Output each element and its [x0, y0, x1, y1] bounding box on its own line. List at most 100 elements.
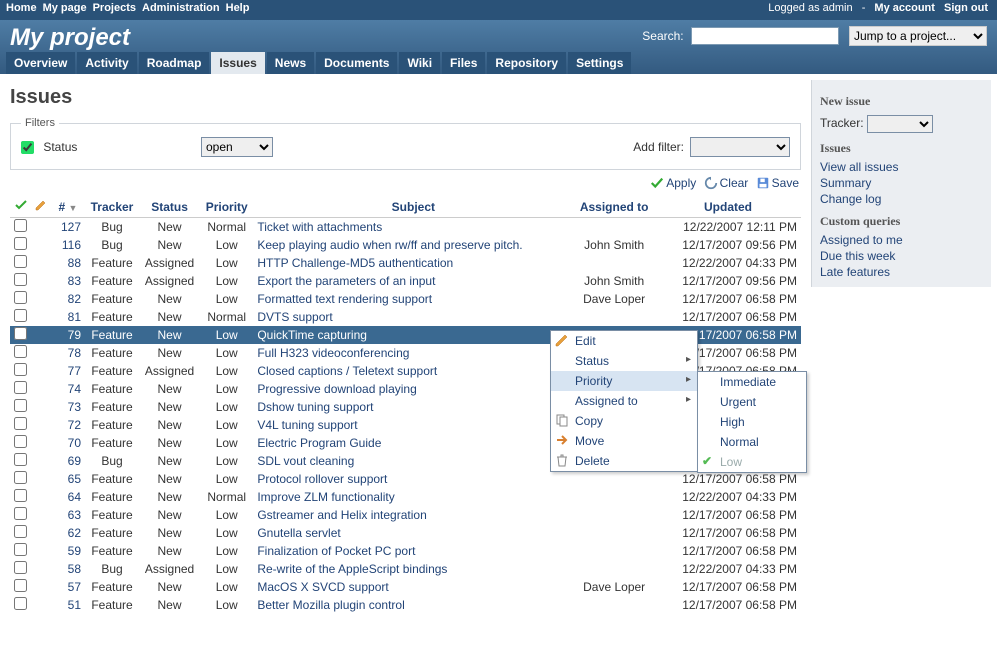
table-row[interactable]: 82FeatureNewLowFormatted text rendering … — [10, 290, 801, 308]
row-checkbox[interactable] — [14, 525, 27, 538]
jump-to-project-select[interactable]: Jump to a project... — [849, 26, 987, 46]
issue-subject-link[interactable]: Formatted text rendering support — [257, 292, 432, 306]
ctx-status[interactable]: Status — [551, 351, 697, 371]
row-checkbox[interactable] — [14, 345, 27, 358]
sidebar-view-all-issues[interactable]: View all issues — [820, 160, 985, 174]
issue-subject-link[interactable]: Better Mozilla plugin control — [257, 598, 404, 612]
table-row[interactable]: 58BugAssignedLowRe-write of the AppleScr… — [10, 560, 801, 578]
table-row[interactable]: 81FeatureNewNormalDVTS support12/17/2007… — [10, 308, 801, 326]
issue-id-link[interactable]: 77 — [68, 364, 81, 378]
col-priority[interactable]: Priority — [200, 196, 253, 218]
issue-subject-link[interactable]: Gstreamer and Helix integration — [257, 508, 426, 522]
issue-subject-link[interactable]: DVTS support — [257, 310, 332, 324]
issue-subject-link[interactable]: Closed captions / Teletext support — [257, 364, 437, 378]
row-checkbox[interactable] — [14, 381, 27, 394]
filter-status-checkbox[interactable] — [21, 141, 34, 154]
issue-subject-link[interactable]: Electric Program Guide — [257, 436, 381, 450]
issue-subject-link[interactable]: V4L tuning support — [257, 418, 357, 432]
ctx-edit[interactable]: Edit — [551, 331, 697, 351]
issue-subject-link[interactable]: Gnutella servlet — [257, 526, 340, 540]
ctx-delete[interactable]: Delete — [551, 451, 697, 471]
row-checkbox[interactable] — [14, 507, 27, 520]
table-row[interactable]: 59FeatureNewLowFinalization of Pocket PC… — [10, 542, 801, 560]
ctx-assigned[interactable]: Assigned to — [551, 391, 697, 411]
top-menu-help[interactable]: Help — [226, 2, 250, 14]
top-menu-home[interactable]: Home — [6, 2, 37, 14]
issue-subject-link[interactable]: Progressive download playing — [257, 382, 416, 396]
tab-files[interactable]: Files — [442, 52, 485, 74]
row-checkbox[interactable] — [14, 417, 27, 430]
issue-id-link[interactable]: 63 — [68, 508, 81, 522]
sidebar-query-due-this-week[interactable]: Due this week — [820, 249, 985, 263]
row-checkbox[interactable] — [14, 399, 27, 412]
save-link[interactable]: Save — [756, 176, 799, 190]
tracker-select[interactable] — [867, 115, 933, 133]
ctx-priority[interactable]: Priority — [551, 371, 697, 391]
sidebar-summary[interactable]: Summary — [820, 176, 985, 190]
filter-status-operator[interactable]: open — [201, 137, 273, 157]
tab-repository[interactable]: Repository — [487, 52, 566, 74]
issue-id-link[interactable]: 82 — [68, 292, 81, 306]
ctx-priority-normal[interactable]: Normal — [698, 432, 806, 452]
my-account-link[interactable]: My account — [874, 2, 935, 14]
row-checkbox[interactable] — [14, 309, 27, 322]
issue-subject-link[interactable]: Protocol rollover support — [257, 472, 387, 486]
sign-out-link[interactable]: Sign out — [944, 2, 988, 14]
tab-activity[interactable]: Activity — [77, 52, 136, 74]
tab-issues[interactable]: Issues — [211, 52, 264, 74]
issue-subject-link[interactable]: MacOS X SVCD support — [257, 580, 388, 594]
issue-id-link[interactable]: 62 — [68, 526, 81, 540]
tab-news[interactable]: News — [267, 52, 314, 74]
tab-wiki[interactable]: Wiki — [399, 52, 440, 74]
tab-documents[interactable]: Documents — [316, 52, 397, 74]
issue-subject-link[interactable]: SDL vout cleaning — [257, 454, 354, 468]
row-checkbox[interactable] — [14, 291, 27, 304]
row-checkbox[interactable] — [14, 579, 27, 592]
top-menu-my-page[interactable]: My page — [43, 2, 87, 14]
sidebar-query-assigned-to-me[interactable]: Assigned to me — [820, 233, 985, 247]
top-menu-administration[interactable]: Administration — [142, 2, 220, 14]
row-checkbox[interactable] — [14, 219, 27, 232]
apply-link[interactable]: Apply — [650, 176, 696, 190]
issue-id-link[interactable]: 69 — [68, 454, 81, 468]
issue-id-link[interactable]: 58 — [68, 562, 81, 576]
row-checkbox[interactable] — [14, 435, 27, 448]
table-row[interactable]: 116BugNewLowKeep playing audio when rw/f… — [10, 236, 801, 254]
table-row[interactable]: 127BugNewNormalTicket with attachments12… — [10, 218, 801, 237]
row-checkbox[interactable] — [14, 237, 27, 250]
issue-id-link[interactable]: 51 — [68, 598, 81, 612]
tab-settings[interactable]: Settings — [568, 52, 631, 74]
row-checkbox[interactable] — [14, 543, 27, 556]
issue-subject-link[interactable]: QuickTime capturing — [257, 328, 367, 342]
issue-subject-link[interactable]: Finalization of Pocket PC port — [257, 544, 415, 558]
sidebar-change-log[interactable]: Change log — [820, 192, 985, 206]
row-checkbox[interactable] — [14, 489, 27, 502]
issue-id-link[interactable]: 65 — [68, 472, 81, 486]
ctx-priority-urgent[interactable]: Urgent — [698, 392, 806, 412]
top-menu-projects[interactable]: Projects — [93, 2, 136, 14]
issue-id-link[interactable]: 79 — [68, 328, 81, 342]
issue-id-link[interactable]: 78 — [68, 346, 81, 360]
row-checkbox[interactable] — [14, 255, 27, 268]
issue-id-link[interactable]: 70 — [68, 436, 81, 450]
ctx-priority-high[interactable]: High — [698, 412, 806, 432]
issue-id-link[interactable]: 81 — [68, 310, 81, 324]
issue-id-link[interactable]: 127 — [61, 220, 81, 234]
issue-subject-link[interactable]: Dshow tuning support — [257, 400, 373, 414]
row-checkbox[interactable] — [14, 453, 27, 466]
issue-subject-link[interactable]: Export the parameters of an input — [257, 274, 435, 288]
col-id[interactable]: # ▼ — [51, 196, 85, 218]
table-row[interactable]: 83FeatureAssignedLowExport the parameter… — [10, 272, 801, 290]
add-filter-select[interactable] — [690, 137, 790, 157]
issue-subject-link[interactable]: Full H323 videoconferencing — [257, 346, 409, 360]
issue-id-link[interactable]: 88 — [68, 256, 81, 270]
table-row[interactable]: 51FeatureNewLowBetter Mozilla plugin con… — [10, 596, 801, 614]
issue-id-link[interactable]: 59 — [68, 544, 81, 558]
table-row[interactable]: 62FeatureNewLowGnutella servlet12/17/200… — [10, 524, 801, 542]
col-tracker[interactable]: Tracker — [85, 196, 139, 218]
issue-id-link[interactable]: 116 — [62, 238, 81, 252]
issue-id-link[interactable]: 73 — [68, 400, 81, 414]
ctx-priority-immediate[interactable]: Immediate — [698, 372, 806, 392]
col-subject[interactable]: Subject — [253, 196, 573, 218]
issue-subject-link[interactable]: Improve ZLM functionality — [257, 490, 394, 504]
